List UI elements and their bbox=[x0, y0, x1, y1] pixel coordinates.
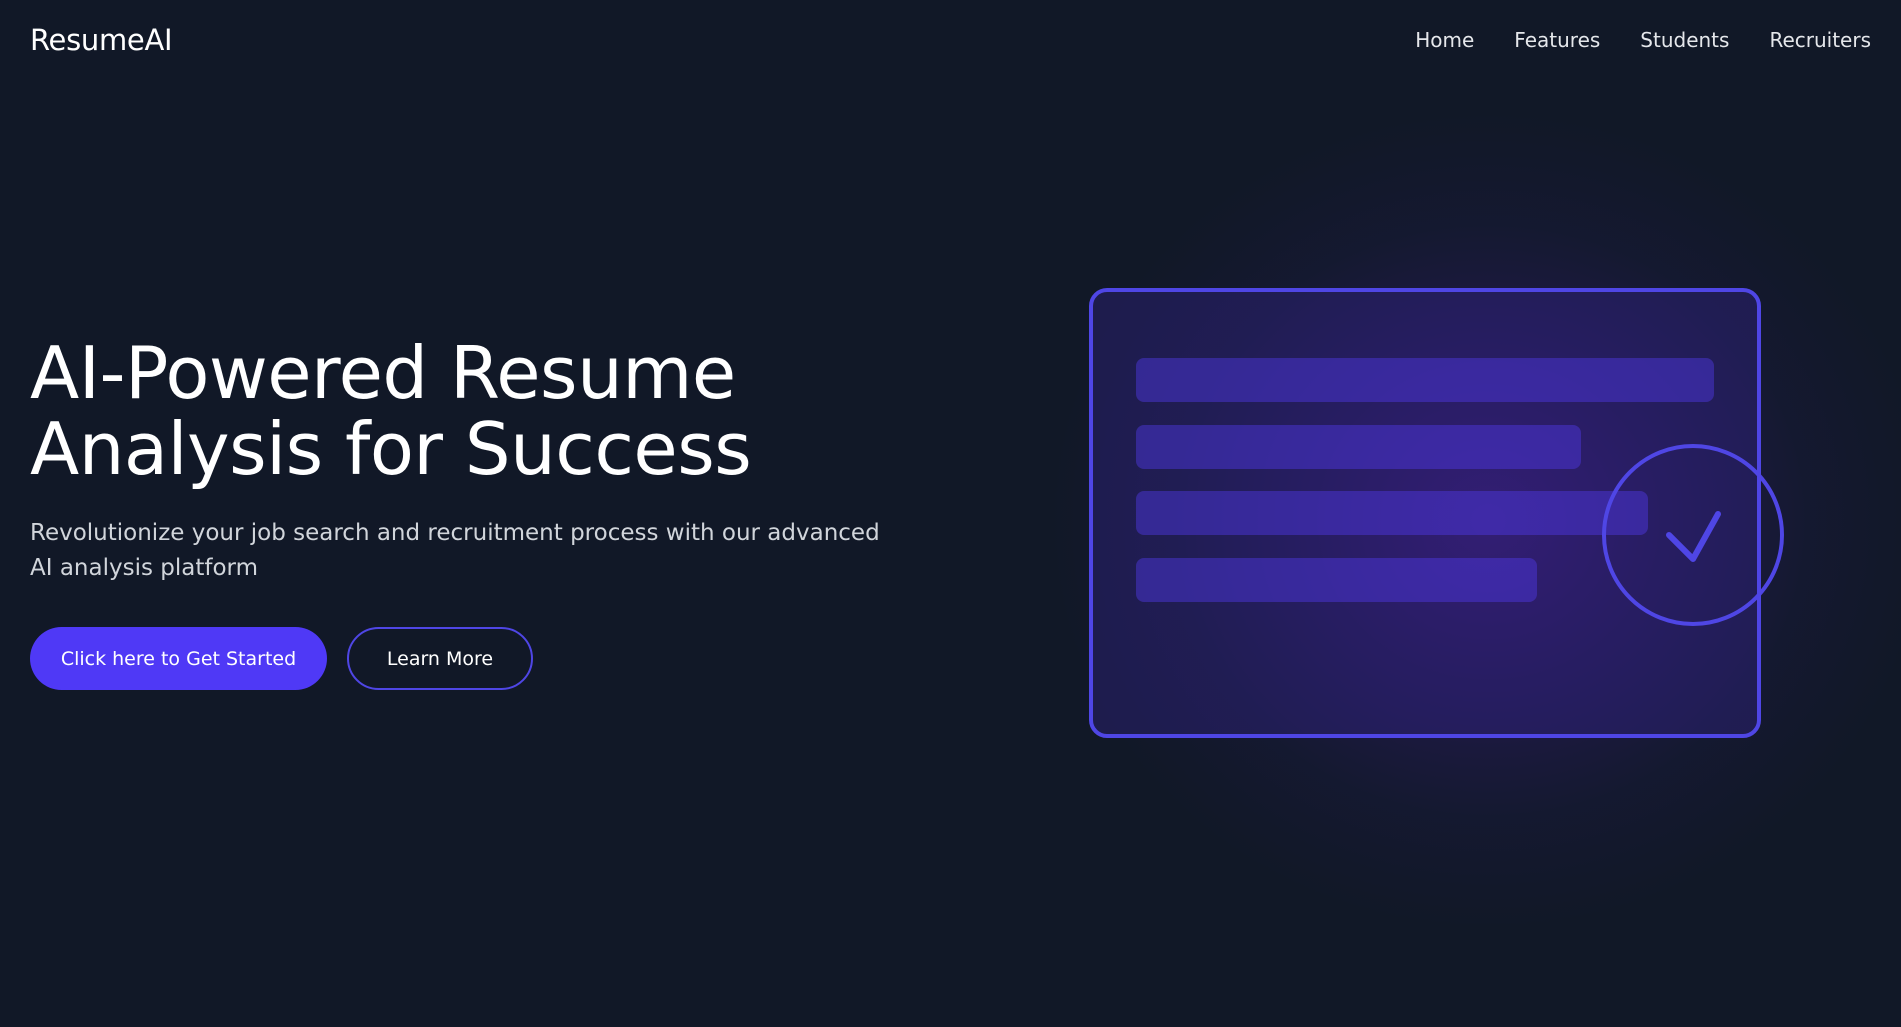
brand-logo[interactable]: ResumeAI bbox=[30, 20, 173, 60]
nav-link-home[interactable]: Home bbox=[1415, 24, 1474, 56]
landing-page: ResumeAI Home Features Students Recruite… bbox=[0, 0, 1901, 1027]
nav-links: Home Features Students Recruiters bbox=[1415, 24, 1871, 56]
learn-more-button[interactable]: Learn More bbox=[347, 627, 533, 690]
document-card-icon bbox=[1089, 288, 1761, 738]
nav-link-features[interactable]: Features bbox=[1514, 24, 1600, 56]
hero-title-line-2: Analysis for Success bbox=[30, 407, 752, 491]
hero-subtitle: Revolutionize your job search and recrui… bbox=[30, 520, 880, 581]
hero-title: AI-Powered Resume Analysis for Success bbox=[30, 335, 830, 487]
document-line-1 bbox=[1136, 358, 1714, 402]
top-navigation: ResumeAI Home Features Students Recruite… bbox=[0, 0, 1901, 80]
document-line-4 bbox=[1136, 558, 1537, 602]
get-started-button[interactable]: Click here to Get Started bbox=[30, 627, 327, 690]
nav-link-students[interactable]: Students bbox=[1640, 24, 1729, 56]
document-line-3 bbox=[1136, 491, 1648, 535]
hero-title-line-1: AI-Powered Resume bbox=[30, 331, 736, 415]
nav-link-recruiters[interactable]: Recruiters bbox=[1769, 24, 1871, 56]
resume-illustration bbox=[1089, 288, 1784, 738]
document-line-2 bbox=[1136, 425, 1581, 469]
